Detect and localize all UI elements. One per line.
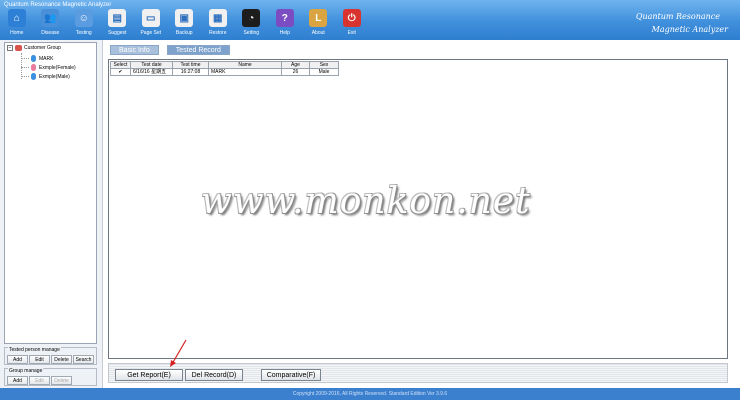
toolbar-label: Testing	[75, 30, 92, 36]
home-icon: ⌂	[7, 9, 26, 27]
cell-name: MARK	[208, 68, 282, 76]
cell-date: 6/16/16 星期五	[130, 68, 173, 76]
group-manage: Group manage Add Edit Delete	[4, 368, 97, 386]
toolbar-backup-button[interactable]: ▣ Backup	[168, 9, 202, 39]
toolbar-label: Disease	[41, 30, 60, 36]
cell-time: 16:27:08	[172, 68, 209, 76]
tree-item-label: MARK	[39, 55, 54, 62]
column-header[interactable]: Select	[110, 61, 131, 69]
toolbar-label: Suggest	[108, 30, 127, 36]
tab-basic-info[interactable]: Basic Info	[110, 45, 159, 55]
main-toolbar: ⌂ Home 👥 Disease ☺ Testing ▤ Suggest ▭ Page Set ▣ B…	[0, 9, 369, 39]
help-icon: ?	[275, 9, 294, 27]
toolbar-label: Setting	[243, 30, 260, 36]
toolbar-label: About	[311, 30, 325, 36]
tree-item-0[interactable]: MARK	[21, 55, 53, 62]
cell-age: 26	[281, 68, 310, 76]
gauge-icon: ◔	[242, 9, 261, 27]
tree-branch	[21, 76, 29, 77]
about-icon: L	[309, 9, 328, 27]
toolbar-about-button[interactable]: L About	[302, 9, 336, 39]
toolbar-label: Restore	[208, 30, 227, 36]
tree-root[interactable]: − Customer Group	[7, 45, 61, 51]
tested-person-add-button[interactable]: Add	[7, 355, 28, 364]
toolbar-disease-button[interactable]: 👥 Disease	[34, 9, 68, 39]
group-manage-add-button[interactable]: Add	[7, 376, 28, 385]
toolbar-setting-button[interactable]: ◔ Setting	[235, 9, 269, 39]
brand-line-2: Magnetic Analyzer	[651, 25, 728, 34]
customer-tree[interactable]: − Customer Group MARK Exmple(Female) Exmpl…	[4, 42, 97, 344]
title-toolbar: Quantum Resonance Magnetic Analyzer ⌂ Hom…	[0, 0, 740, 40]
cell-sex: Male	[309, 68, 339, 76]
toolbar-label: Backup	[175, 30, 193, 36]
people-icon: 👥	[41, 9, 60, 27]
toolbar-page-set-button[interactable]: ▭ Page Set	[134, 9, 168, 39]
tree-item-1[interactable]: Exmple(Female)	[21, 64, 76, 71]
tab-strip: Basic Info Tested Record	[110, 45, 230, 55]
column-header[interactable]: Test time	[172, 61, 209, 69]
toolbar-suggest-button[interactable]: ▤ Suggest	[101, 9, 135, 39]
tab-tested-record[interactable]: Tested Record	[166, 45, 230, 55]
toolbar-testing-button[interactable]: ☺ Testing	[67, 9, 101, 39]
red-arrow-annotation	[170, 339, 187, 367]
del-record-button[interactable]: Del Record(D)	[185, 369, 243, 381]
tree-branch	[21, 67, 29, 68]
clipboard-icon: ▤	[108, 9, 127, 27]
tree-item-label: Exmple(Male)	[39, 73, 70, 80]
record-table: Select Test date Test time Name Age Sex ✔ 6/16…	[110, 61, 339, 76]
toolbar-home-button[interactable]: ⌂ Home	[0, 9, 34, 39]
group-manage-delete-button[interactable]: Delete	[51, 376, 72, 385]
tested-person-title: Tested person manage	[8, 347, 61, 353]
brand-logo-text: Quantum Resonance Magnetic Analyzer	[635, 10, 728, 36]
restore-icon: ▦	[208, 9, 227, 27]
group-manage-title: Group manage	[8, 368, 44, 374]
column-header[interactable]: Age	[281, 61, 310, 69]
column-header[interactable]: Sex	[309, 61, 339, 69]
record-grid[interactable]: Select Test date Test time Name Age Sex ✔ 6/16…	[108, 59, 728, 359]
status-footer: Copyright 2009-2016, All Rights Reserved…	[0, 388, 740, 400]
column-header[interactable]: Test date	[130, 61, 173, 69]
column-header[interactable]: Name	[208, 61, 282, 69]
tested-person-edit-button[interactable]: Edit	[29, 355, 50, 364]
tree-branch	[21, 58, 29, 59]
group-manage-edit-button[interactable]: Edit	[29, 376, 50, 385]
tree-root-label: Customer Group	[24, 45, 61, 51]
toolbar-label: Home	[10, 30, 24, 36]
tester-icon: ☺	[74, 9, 93, 27]
comparative-button[interactable]: Comparative(F)	[261, 369, 321, 381]
get-report-button[interactable]: Get Report(E)	[115, 369, 183, 381]
select-checkbox[interactable]: ✔	[110, 68, 131, 76]
toolbar-help-button[interactable]: ? Help	[268, 9, 302, 39]
group-icon	[15, 45, 22, 51]
window-title: Quantum Resonance Magnetic Analyzer	[4, 2, 112, 8]
tested-person-manage: Tested person manage Add Edit Delete Search	[4, 347, 97, 365]
page-setup-icon: ▭	[141, 9, 160, 27]
action-bar: Get Report(E) Del Record(D) Comparative(…	[108, 363, 728, 383]
left-panel: − Customer Group MARK Exmple(Female) Exmpl…	[0, 40, 103, 388]
toolbar-exit-button[interactable]: ⏻ Exit	[335, 9, 369, 39]
toolbar-label: Exit	[347, 30, 356, 36]
toolbar-label: Page Set	[140, 30, 162, 36]
watermark: www.monkon.net	[201, 181, 531, 222]
table-row[interactable]: ✔ 6/16/16 星期五 16:27:08 MARK 26 Male	[110, 68, 339, 76]
backup-icon: ▣	[175, 9, 194, 27]
tested-person-delete-button[interactable]: Delete	[51, 355, 72, 364]
toolbar-label: Help	[279, 30, 290, 36]
brand-line-1: Quantum Resonance	[635, 12, 720, 21]
person-icon	[31, 55, 36, 62]
power-icon: ⏻	[342, 9, 361, 27]
tree-item-label: Exmple(Female)	[39, 64, 76, 71]
person-icon	[31, 64, 36, 71]
tested-person-search-button[interactable]: Search	[73, 355, 94, 364]
person-icon	[31, 73, 36, 80]
tree-item-2[interactable]: Exmple(Male)	[21, 73, 70, 80]
collapse-icon[interactable]: −	[7, 45, 13, 51]
toolbar-restore-button[interactable]: ▦ Restore	[201, 9, 235, 39]
